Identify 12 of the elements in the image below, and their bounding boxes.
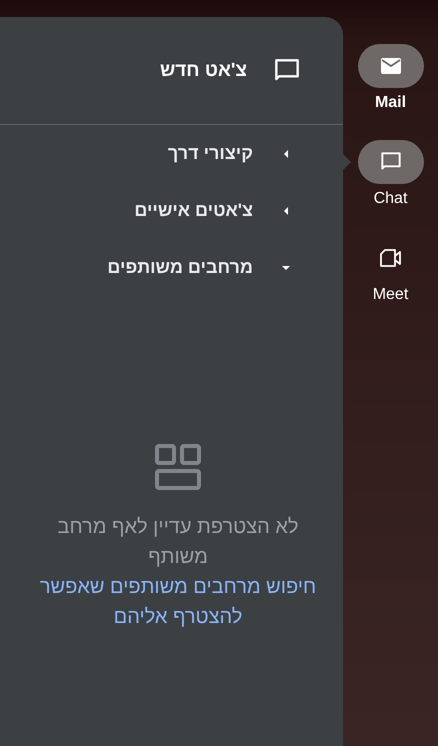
- section-header[interactable]: מרחבים משותפים: [0, 239, 343, 296]
- browse-spaces-link[interactable]: חיפוש מרחבים משותפים שאפשר להצטרף אליהם: [13, 572, 343, 632]
- video-camera-icon: [378, 247, 404, 269]
- rail-item[interactable]: Chat: [343, 140, 438, 236]
- rail-item[interactable]: Meet: [343, 236, 438, 332]
- section-header[interactable]: צ'אטים אישיים: [0, 182, 343, 239]
- envelope-icon: [378, 56, 402, 76]
- section-header[interactable]: קיצורי דרך: [0, 125, 343, 182]
- new-chat-button[interactable]: צ'אט חדש: [160, 54, 303, 86]
- spaces-icon: [155, 444, 201, 490]
- empty-message: לא הצטרפת עדיין לאף מרחב משותף: [56, 515, 300, 570]
- rail-item[interactable]: Mail: [343, 44, 438, 140]
